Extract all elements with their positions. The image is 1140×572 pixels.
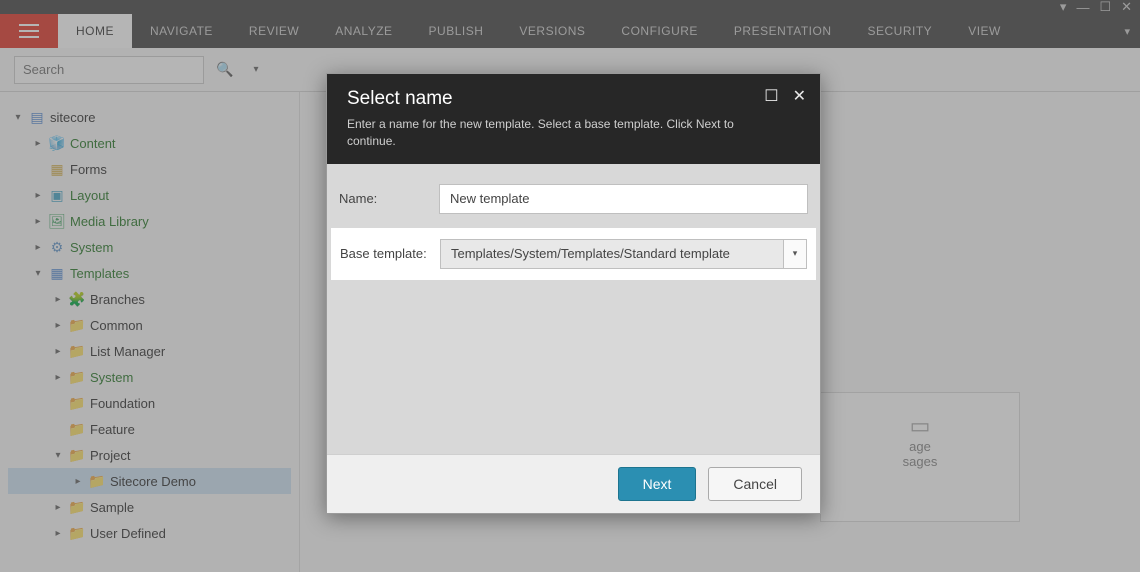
dialog-header: Select name Enter a name for the new tem… bbox=[327, 74, 820, 164]
name-input[interactable] bbox=[439, 184, 808, 214]
dialog-subtitle: Enter a name for the new template. Selec… bbox=[347, 116, 747, 150]
chevron-down-icon[interactable]: ▾ bbox=[783, 239, 807, 269]
base-template-input[interactable] bbox=[440, 239, 783, 269]
base-template-select[interactable]: ▾ bbox=[440, 239, 807, 269]
dialog-title: Select name bbox=[347, 88, 800, 110]
next-button[interactable]: Next bbox=[618, 467, 697, 501]
select-name-dialog: Select name Enter a name for the new tem… bbox=[326, 73, 821, 514]
maximize-dialog-icon[interactable]: ☐ bbox=[764, 86, 778, 106]
close-dialog-icon[interactable]: ✕ bbox=[793, 86, 806, 106]
cancel-button[interactable]: Cancel bbox=[708, 467, 802, 501]
name-label: Name: bbox=[339, 191, 439, 206]
base-template-label: Base template: bbox=[340, 246, 440, 261]
form-row-name: Name: bbox=[339, 184, 808, 214]
dialog-footer: Next Cancel bbox=[327, 454, 820, 513]
form-row-base-template: Base template: ▾ bbox=[331, 228, 816, 280]
dialog-body: Name: Base template: ▾ bbox=[327, 164, 820, 454]
